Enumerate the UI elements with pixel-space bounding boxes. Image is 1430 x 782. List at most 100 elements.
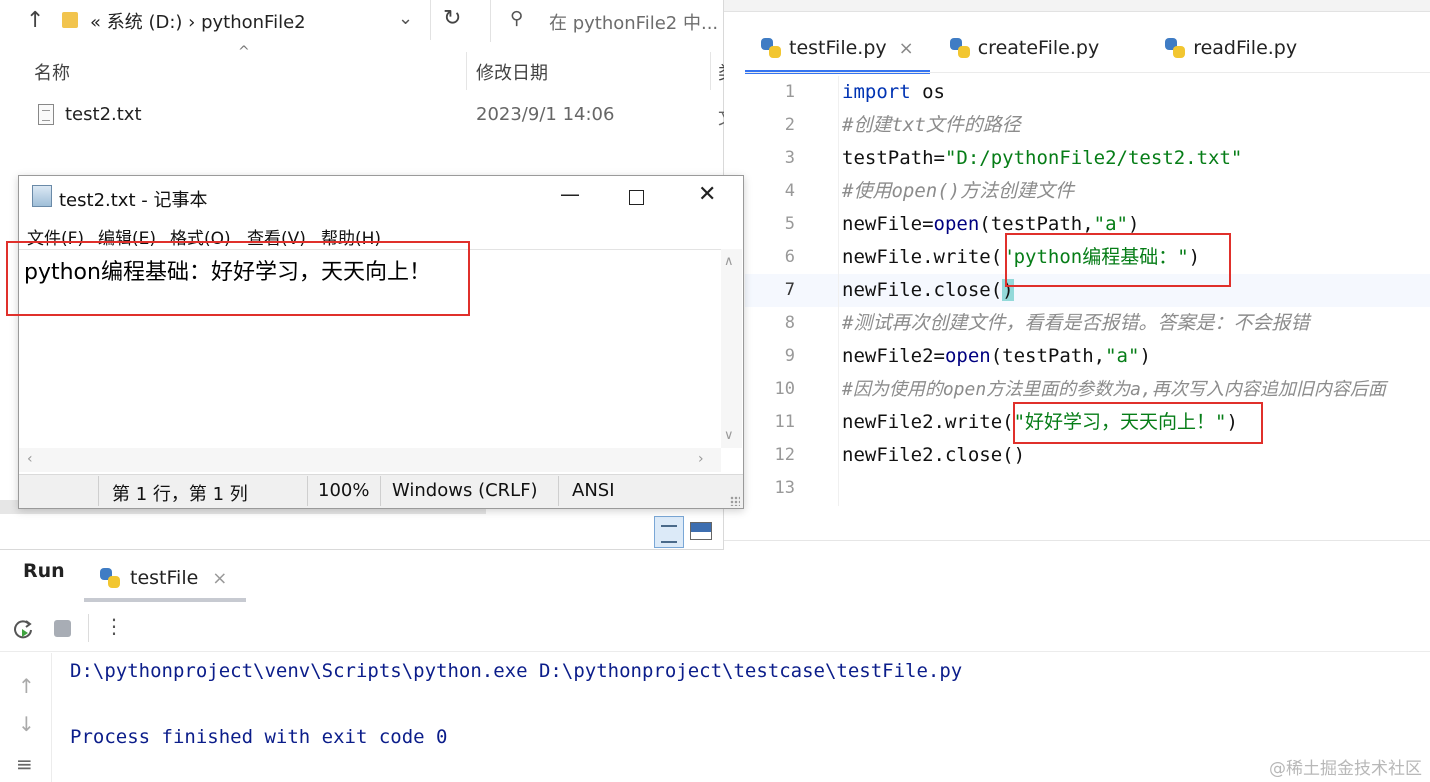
address-separator [430, 0, 431, 40]
code-text: newFile.close( [842, 279, 1003, 301]
code-string: "D:/pythonFile2/test2.txt" [944, 147, 1243, 169]
code-line[interactable]: newFile.close() [842, 274, 1014, 307]
code-text: (testPath, [979, 213, 1094, 235]
code-line[interactable]: newFile2=open(testPath,"a") [842, 340, 1151, 373]
run-toolbar [0, 604, 1430, 652]
search-icon: ⚲ [510, 8, 524, 29]
code-text: testPath= [842, 147, 945, 169]
stop-icon[interactable] [54, 620, 71, 637]
refresh-icon[interactable]: ↻ [443, 6, 461, 31]
down-arrow-icon[interactable]: ↓ [18, 712, 35, 736]
line-number: 12 [774, 445, 795, 465]
tab-readfile[interactable]: readFile.py [1149, 22, 1313, 74]
resize-grip[interactable] [730, 496, 740, 506]
details-view-icon[interactable] [654, 516, 684, 548]
line-number: 8 [784, 313, 795, 333]
code-text: (testPath, [990, 345, 1106, 367]
maximize-button[interactable] [629, 190, 644, 205]
code-comment[interactable]: #测试再次创建文件，看看是否报错。答案是：不会报错 [842, 307, 1309, 340]
annotation-box-content [6, 241, 470, 316]
gutter-divider [838, 76, 839, 506]
toolbar-separator [88, 614, 89, 642]
large-icons-view-icon[interactable] [690, 522, 712, 540]
line-number: 7 [784, 280, 795, 300]
code-comment[interactable]: #使用open()方法创建文件 [842, 175, 1074, 208]
file-name[interactable]: test2.txt [65, 104, 142, 125]
code-string: "a" [1105, 345, 1140, 367]
text-file-icon [38, 104, 54, 125]
line-number: 5 [784, 214, 795, 234]
column-header-type[interactable]: 类 [718, 59, 724, 85]
run-tab-label: testFile [130, 567, 199, 589]
rerun-icon[interactable] [12, 618, 34, 640]
close-icon[interactable]: × [212, 568, 227, 589]
window-title: test2.txt - 记事本 [59, 190, 208, 211]
zoom-level: 100% [318, 480, 370, 501]
python-file-icon [1165, 38, 1186, 58]
console-output-line: D:\pythonproject\venv\Scripts\python.exe… [70, 660, 963, 682]
vertical-scrollbar[interactable] [721, 249, 742, 448]
code-text: os [910, 81, 945, 103]
python-file-icon [761, 38, 781, 58]
code-text: ) [1128, 213, 1140, 235]
tab-testfile[interactable]: testFile.py × [745, 22, 930, 74]
watermark: @稀土掘金技术社区 [1269, 759, 1422, 779]
chevron-up-icon[interactable]: ∧ [724, 254, 734, 269]
editor-tab-bar: testFile.py × createFile.py readFile.py [745, 22, 1313, 74]
file-modified-date: 2023/9/1 14:06 [476, 104, 615, 125]
up-arrow-icon[interactable]: ↑ [26, 8, 44, 33]
soft-wrap-icon[interactable]: ≡ [16, 752, 33, 776]
horizontal-scrollbar[interactable] [19, 448, 721, 472]
line-number: 2 [784, 115, 795, 135]
chevron-left-icon[interactable]: ‹ [27, 451, 33, 467]
status-separator [98, 476, 99, 506]
annotation-box-write1 [1005, 233, 1231, 287]
line-ending: Windows (CRLF) [392, 480, 538, 501]
line-number: 13 [774, 478, 795, 498]
column-header-date[interactable]: 修改日期 [476, 59, 548, 85]
file-type: 文 [718, 104, 724, 130]
breadcrumb[interactable]: « 系统 (D:) › pythonFile2 [90, 8, 306, 34]
code-string: "a" [1093, 213, 1128, 235]
more-options-icon[interactable]: ⋮ [104, 614, 124, 638]
line-number: 11 [774, 412, 795, 432]
chevron-down-icon[interactable]: ∨ [724, 428, 734, 443]
folder-icon [62, 12, 78, 28]
code-comment[interactable]: #创建txt文件的路径 [842, 109, 1021, 142]
code-line[interactable]: testPath="D:/pythonFile2/test2.txt" [842, 142, 1242, 175]
run-tab-testfile[interactable]: testFile × [100, 556, 227, 600]
status-separator [558, 476, 559, 506]
chevron-right-icon[interactable]: › [698, 451, 704, 467]
column-separator[interactable] [466, 52, 467, 90]
status-separator [380, 476, 381, 506]
code-keyword: import [842, 81, 911, 103]
code-text: newFile= [842, 213, 934, 235]
code-line[interactable]: import os [842, 76, 945, 109]
tab-label: readFile.py [1193, 37, 1298, 59]
column-separator[interactable] [710, 52, 711, 90]
tab-createfile[interactable]: createFile.py [934, 22, 1115, 74]
line-number: 9 [784, 346, 795, 366]
code-text: newFile2.write( [842, 411, 1014, 433]
notepad-icon [32, 185, 52, 207]
cursor-position: 第 1 行，第 1 列 [112, 484, 248, 505]
line-number: 4 [784, 181, 795, 201]
sort-caret-icon: ^ [238, 44, 250, 60]
code-line[interactable]: newFile2.close() [842, 439, 1025, 472]
line-number: 3 [784, 148, 795, 168]
status-separator [307, 476, 308, 506]
line-number: 1 [784, 82, 795, 102]
search-input[interactable]: 在 pythonFile2 中... [549, 9, 719, 35]
chevron-down-icon[interactable]: ⌄ [398, 8, 413, 29]
close-button[interactable]: ✕ [698, 182, 716, 207]
line-number: 6 [784, 247, 795, 267]
line-number: 10 [774, 379, 795, 399]
close-icon[interactable]: × [899, 38, 914, 59]
ide-top-strip [722, 0, 1430, 12]
column-header-name[interactable]: 名称 [34, 59, 70, 85]
up-arrow-icon[interactable]: ↑ [18, 674, 35, 698]
minimize-button[interactable]: — [560, 182, 580, 206]
python-file-icon [100, 568, 120, 588]
python-file-icon [949, 38, 970, 58]
tab-label: testFile.py [789, 37, 887, 59]
